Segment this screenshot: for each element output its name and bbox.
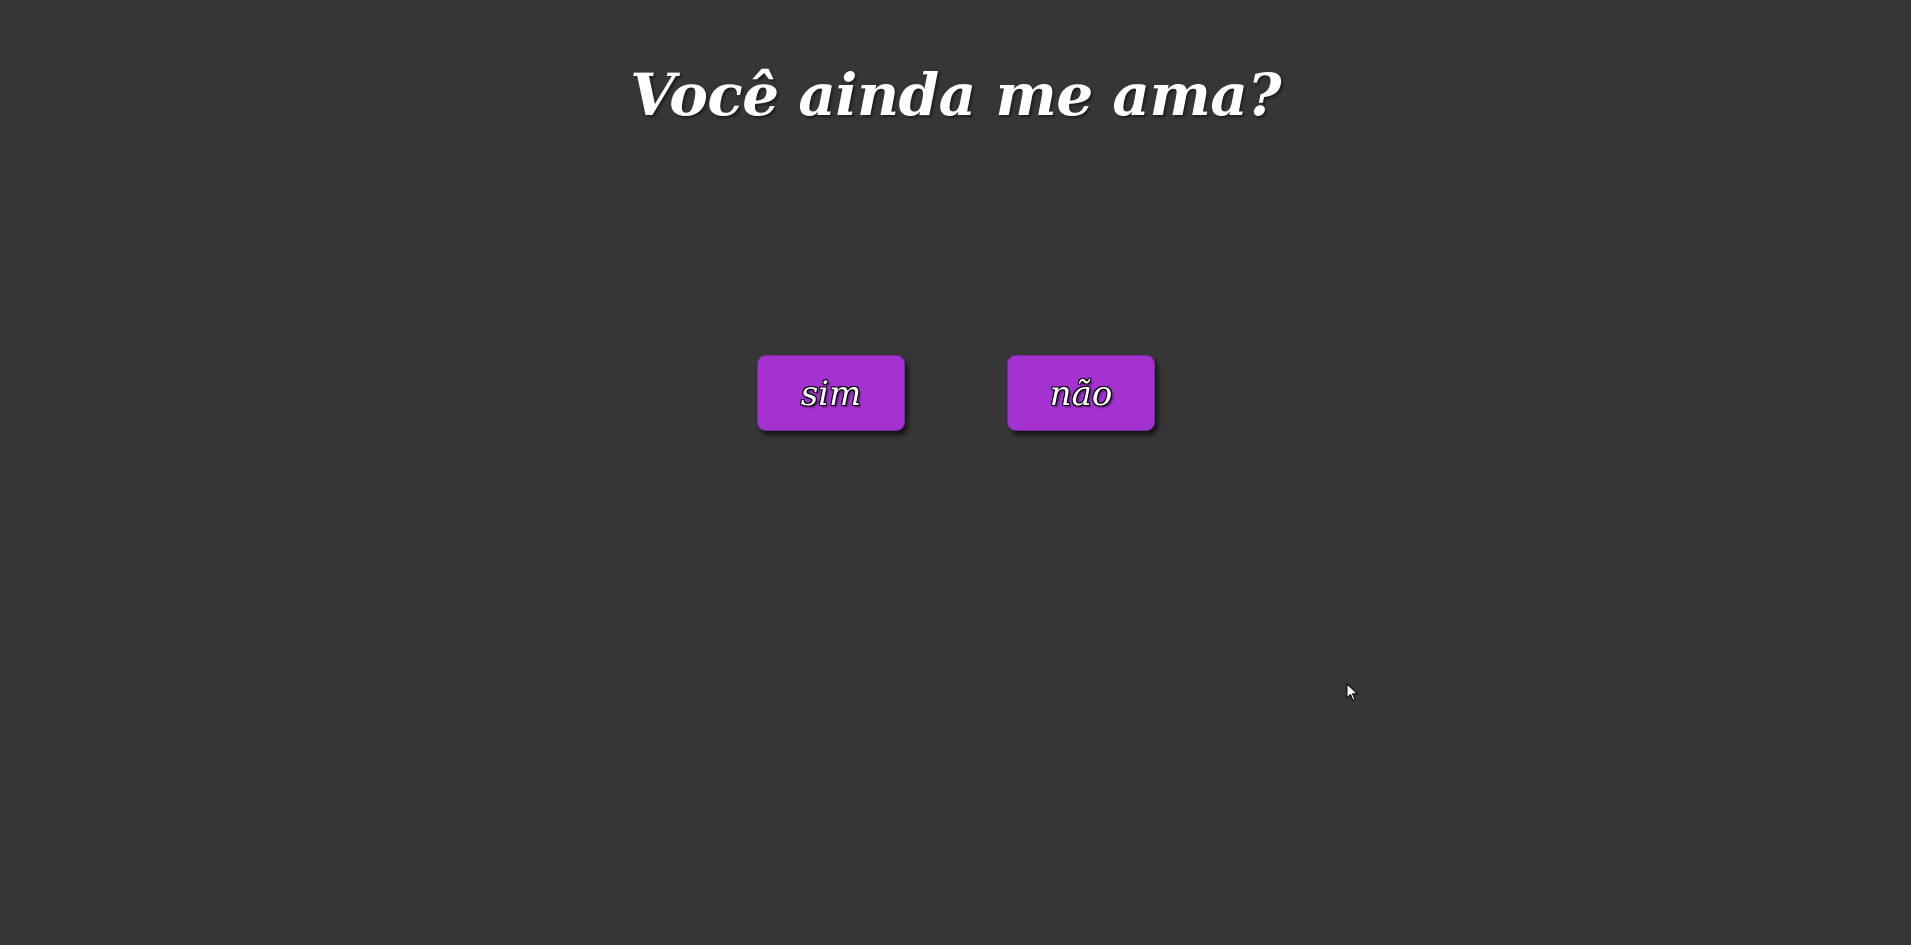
no-button[interactable]: não [1007, 355, 1155, 431]
page-title: Você ainda me ama? [630, 61, 1281, 129]
yes-button[interactable]: sim [757, 355, 905, 431]
mouse-pointer-icon [1346, 683, 1358, 701]
